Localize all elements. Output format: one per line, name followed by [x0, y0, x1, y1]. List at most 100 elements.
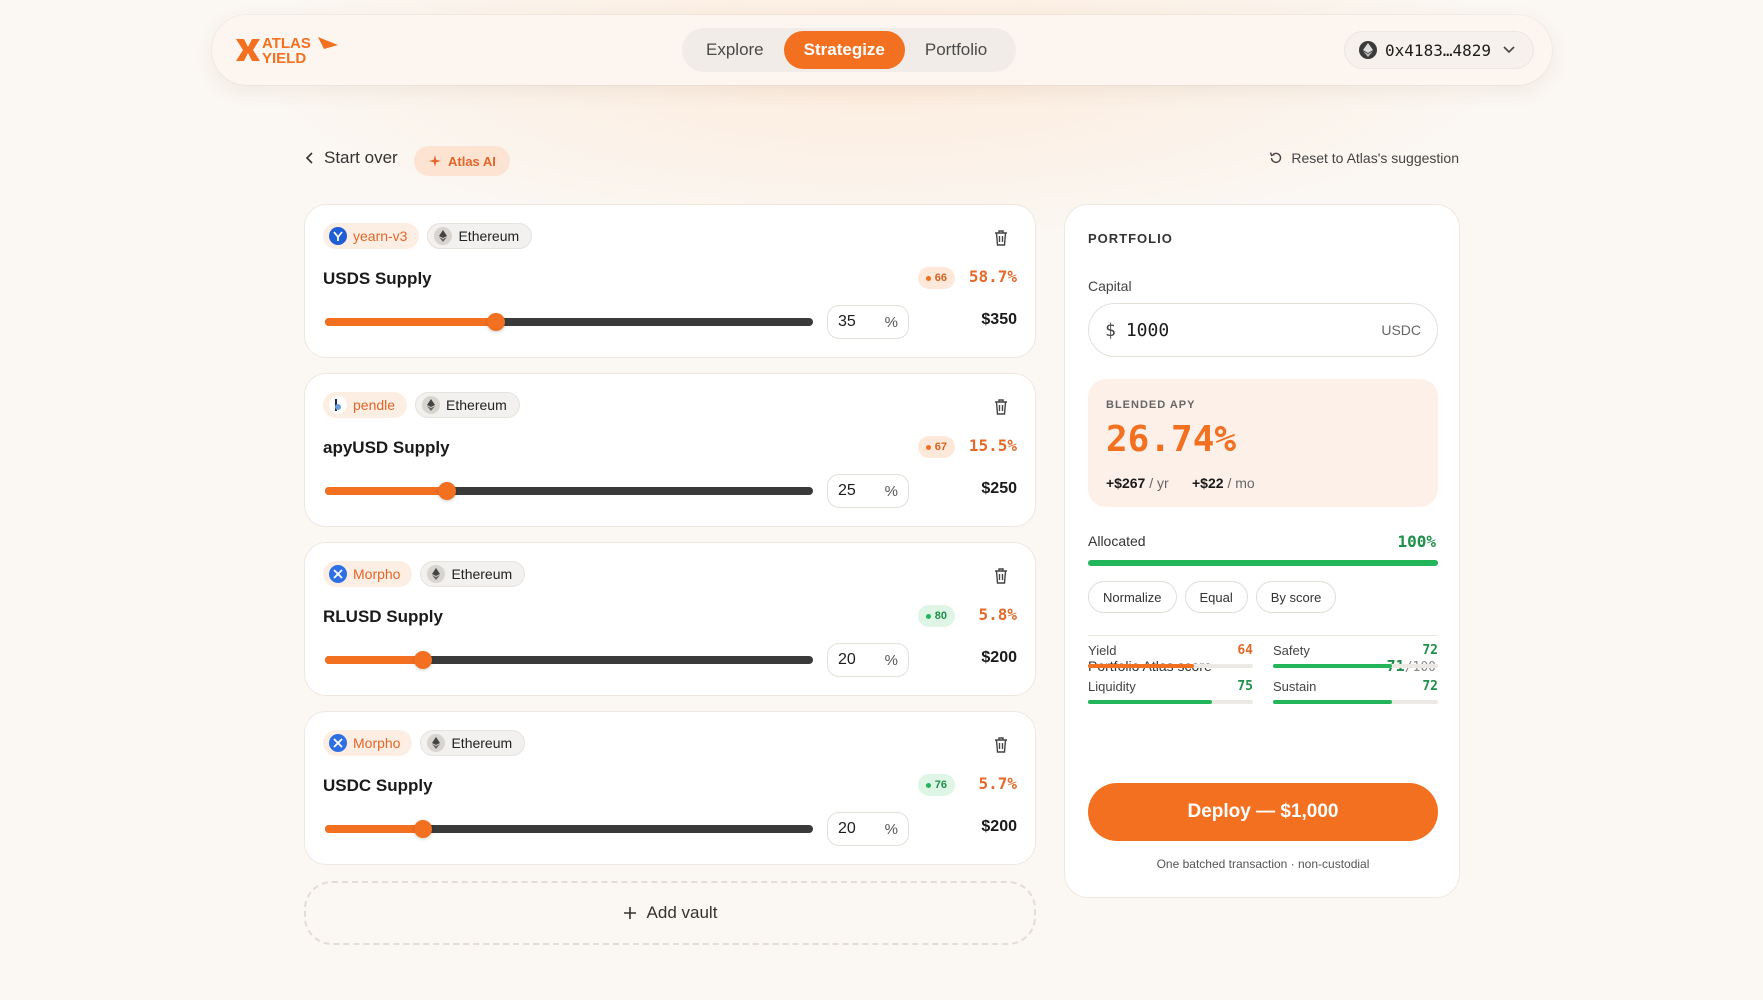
slider-handle[interactable]	[413, 651, 432, 669]
atlas-score-badge: 66	[917, 267, 955, 289]
tab-explore[interactable]: Explore	[686, 31, 784, 69]
network-label: Ethereum	[446, 397, 507, 413]
metric-value: 64	[1237, 643, 1253, 658]
morpho-icon	[329, 565, 347, 583]
allocation-percent-input[interactable]: 35 %	[827, 305, 909, 339]
vault-tags: Morpho Ethereum	[323, 561, 526, 587]
allocation-percent-input[interactable]: 20 %	[827, 812, 909, 846]
vault-name: USDC Supply	[323, 776, 433, 795]
metric-value: 75	[1237, 679, 1253, 694]
reset-label: Reset to Atlas's suggestion	[1291, 150, 1459, 166]
svg-text:YIELD: YIELD	[262, 50, 306, 67]
metric-label: Safety	[1273, 643, 1310, 658]
allocation-percent-input[interactable]: 25 %	[827, 474, 909, 508]
allocation-buttons: Normalize Equal By score	[1088, 581, 1337, 613]
metric-bar-fill	[1273, 664, 1392, 668]
vault-tags: pendle Ethereum	[323, 392, 520, 418]
ethereum-icon	[422, 396, 441, 414]
deploy-button[interactable]: Deploy — $1,000	[1088, 783, 1438, 841]
score-value: 67	[934, 441, 947, 453]
score-dot	[925, 613, 931, 619]
percent-symbol: %	[884, 482, 898, 500]
morpho-icon	[329, 734, 347, 752]
trash-icon[interactable]	[993, 736, 1009, 754]
protocol-label: yearn-v3	[353, 228, 408, 244]
metric-bar	[1088, 700, 1253, 704]
metric-bar	[1273, 700, 1438, 704]
trash-icon[interactable]	[993, 567, 1009, 585]
network-label: Ethereum	[451, 566, 513, 582]
vault-card: Morpho Ethereum USDC Supply 76 5.7% 20 %	[304, 711, 1036, 865]
trash-icon[interactable]	[993, 398, 1009, 416]
deploy-footnote: One batched transaction · non-custodial	[1156, 857, 1370, 871]
start-over-link[interactable]: Start over	[306, 148, 398, 168]
percent-symbol: %	[884, 651, 898, 669]
portfolio-title: PORTFOLIO	[1088, 231, 1173, 246]
tab-portfolio[interactable]: Portfolio	[905, 31, 1007, 69]
percent-value[interactable]: 20	[838, 651, 856, 669]
percent-value[interactable]: 35	[838, 313, 856, 331]
normalize-button[interactable]: Normalize	[1088, 581, 1177, 613]
tab-strategize[interactable]: Strategize	[783, 31, 905, 69]
percent-value[interactable]: 25	[838, 482, 856, 500]
slider-fill	[325, 318, 496, 326]
add-vault-label: Add vault	[646, 903, 718, 922]
vault-amount: $200	[981, 649, 1017, 666]
percent-symbol: %	[884, 313, 898, 331]
equal-button[interactable]: Equal	[1184, 581, 1248, 613]
metric-label: Sustain	[1273, 679, 1317, 694]
vault-tags: yearn-v3 Ethereum	[323, 223, 533, 249]
allocated-value: 100%	[1397, 532, 1436, 551]
allocation-slider[interactable]	[325, 482, 813, 500]
pendle-icon	[329, 396, 347, 414]
network-label: Ethereum	[458, 228, 520, 244]
yearn-icon	[329, 227, 347, 245]
vault-apy: 5.8%	[978, 605, 1017, 624]
vault-amount: $250	[981, 480, 1017, 497]
vault-card: Morpho Ethereum RLUSD Supply 80 5.8% 20	[304, 542, 1036, 696]
allocation-slider[interactable]	[325, 313, 813, 331]
atlas-score-badge: 67	[917, 436, 955, 458]
blended-apy-card: BLENDED APY 26.74% +$267 / yr +$22 / mo	[1088, 379, 1438, 507]
atlas-ai-badge: Atlas AI	[414, 146, 510, 176]
blended-apy-value: 26.74%	[1106, 419, 1237, 460]
dollar-sign: $	[1105, 319, 1116, 341]
trash-icon[interactable]	[993, 229, 1009, 247]
metric-bar-fill	[1088, 664, 1194, 668]
slider-handle[interactable]	[486, 313, 505, 331]
percent-value[interactable]: 20	[838, 820, 856, 838]
capital-input[interactable]: $ 1000 USDC	[1088, 303, 1438, 357]
score-dot	[925, 444, 931, 450]
yearly-earnings: +$267 / yr	[1106, 475, 1169, 491]
vault-card: pendle Ethereum apyUSD Supply 67 15.5% 2…	[304, 373, 1036, 527]
score-dot	[925, 275, 931, 281]
allocated-label: Allocated	[1088, 533, 1146, 549]
start-over-label: Start over	[324, 148, 398, 167]
plus-icon	[623, 907, 636, 919]
score-value: 76	[934, 779, 947, 791]
vault-amount: $200	[981, 818, 1017, 835]
reset-suggestion-button[interactable]: Reset to Atlas's suggestion	[1269, 150, 1459, 166]
vault-amount: $350	[981, 311, 1017, 328]
protocol-label: Morpho	[353, 566, 401, 582]
by-score-button[interactable]: By score	[1255, 581, 1337, 613]
allocation-percent-input[interactable]: 20 %	[827, 643, 909, 677]
slider-handle[interactable]	[413, 820, 432, 838]
vault-name: apyUSD Supply	[323, 438, 450, 457]
ethereum-icon	[427, 734, 446, 752]
allocation-slider[interactable]	[325, 651, 813, 669]
top-header: ATLAS YIELD Explore Strategize Portfolio…	[212, 15, 1552, 85]
score-dot	[925, 782, 931, 788]
protocol-chip: yearn-v3	[323, 223, 420, 249]
capital-value[interactable]: 1000	[1126, 320, 1381, 341]
add-vault-button[interactable]: Add vault	[304, 881, 1036, 945]
score-value: 80	[934, 610, 947, 622]
wallet-address: 0x4183…4829	[1385, 40, 1491, 60]
network-label: Ethereum	[451, 735, 513, 751]
atlas-yield-logo[interactable]: ATLAS YIELD	[234, 31, 344, 69]
score-metric-safety: Safety 72	[1273, 643, 1438, 673]
slider-handle[interactable]	[438, 482, 456, 500]
allocation-slider[interactable]	[325, 820, 813, 838]
atlas-score-badge: 80	[917, 605, 955, 627]
wallet-button[interactable]: 0x4183…4829	[1344, 31, 1534, 69]
